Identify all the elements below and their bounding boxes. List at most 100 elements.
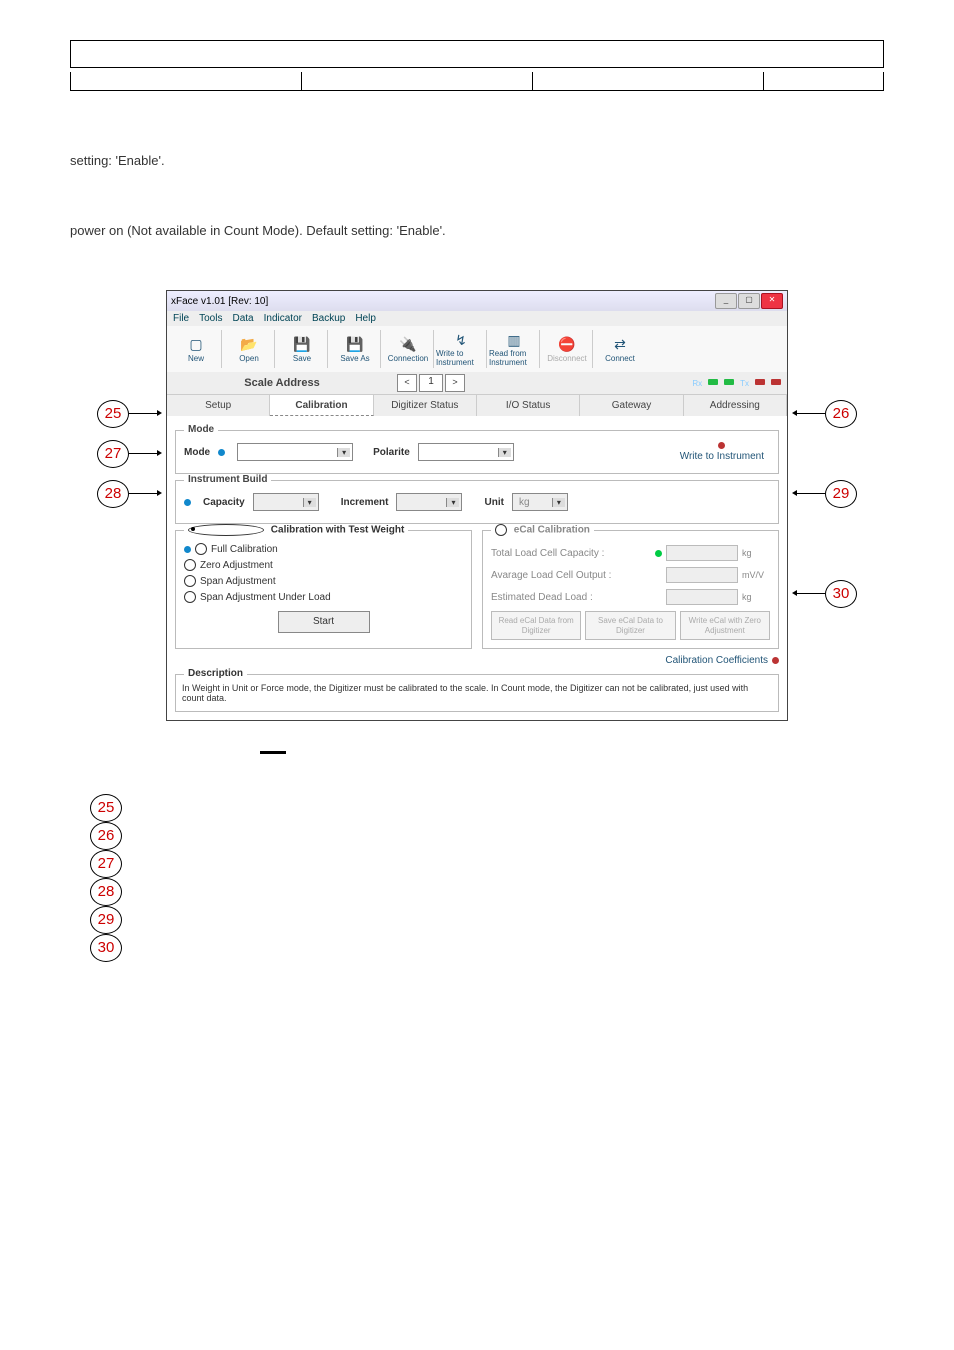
write-instrument-link[interactable]: Write to Instrument	[680, 442, 764, 462]
stack-26: 26	[90, 822, 122, 850]
tab-setup[interactable]: Setup	[167, 394, 270, 416]
menu-data[interactable]: Data	[232, 313, 253, 324]
window-close-button[interactable]: ✕	[761, 293, 783, 309]
title-bar: xFace v1.01 [Rev: 10] _ ▢ ✕	[167, 291, 787, 311]
menu-help[interactable]: Help	[355, 313, 376, 324]
increment-select: ▾	[396, 493, 462, 511]
callout-stack: 25 26 27 28 29 30	[90, 794, 126, 962]
cal-coefficients-link[interactable]: Calibration Coefficients	[175, 655, 779, 666]
addr-value: 1	[419, 374, 443, 392]
polarite-label: Polarite	[373, 447, 410, 458]
cal-test-radio[interactable]	[188, 524, 264, 536]
ecal-row3-label: Estimated Dead Load :	[491, 592, 593, 603]
group-instrument-build: Instrument Build Capacity ▾ Increment ▾ …	[175, 480, 779, 524]
group-cal-test-weight: Calibration with Test Weight Full Calibr…	[175, 530, 472, 649]
tab-addressing[interactable]: Addressing	[684, 394, 787, 416]
ecal-legend: eCal Calibration	[491, 524, 594, 536]
body-text-1: setting: 'Enable'.	[70, 151, 884, 171]
rx-led-2	[724, 379, 734, 385]
disconnect-icon: ⛔	[558, 336, 576, 354]
header-bar-top	[70, 40, 884, 68]
tab-digitizer-status[interactable]: Digitizer Status	[374, 394, 477, 416]
tb-connection[interactable]: 🔌Connection	[383, 330, 434, 368]
opt-zero-label: Zero Adjustment	[200, 560, 273, 571]
addr-next-button[interactable]: >	[445, 374, 465, 392]
stack-29: 29	[90, 906, 122, 934]
opt-spanload-label: Span Adjustment Under Load	[200, 592, 331, 603]
pane-calibration: Mode Mode ▾ Polarite ▾ Write to Instrume…	[167, 416, 787, 720]
capacity-dot-icon	[184, 499, 191, 506]
opt-spanload-radio[interactable]	[184, 591, 196, 603]
callout-25-left: 25	[97, 400, 129, 428]
stack-27: 27	[90, 850, 122, 878]
desc-legend: Description	[184, 668, 247, 679]
capacity-select: ▾	[253, 493, 319, 511]
tb-saveas[interactable]: 💾Save As	[330, 330, 381, 368]
connect-icon: ⇄	[611, 336, 629, 354]
increment-label: Increment	[341, 497, 389, 508]
open-icon: 📂	[240, 336, 258, 354]
tb-open[interactable]: 📂Open	[224, 330, 275, 368]
tb-new[interactable]: ▢New	[171, 330, 222, 368]
mode-select[interactable]: ▾	[237, 443, 353, 461]
header-bar-cells	[70, 72, 884, 91]
body-text-2: power on (Not available in Count Mode). …	[70, 221, 884, 241]
start-button[interactable]: Start	[278, 611, 370, 633]
mode-label: Mode	[184, 447, 210, 458]
desc-text: In Weight in Unit or Force mode, the Dig…	[182, 683, 772, 703]
comm-indicators: Rx Tx	[692, 379, 787, 388]
tab-bar: Setup Calibration Digitizer Status I/O S…	[167, 394, 787, 416]
mode-dot-icon	[218, 449, 225, 456]
tb-save[interactable]: 💾Save	[277, 330, 328, 368]
tab-gateway[interactable]: Gateway	[580, 394, 683, 416]
mode-legend: Mode	[184, 424, 218, 435]
ecal-row1-dot	[655, 550, 662, 557]
addr-prev-button[interactable]: <	[397, 374, 417, 392]
write-icon: ↯	[452, 331, 470, 349]
stack-30: 30	[90, 934, 122, 962]
read-icon: ▥	[505, 331, 523, 349]
tab-io-status[interactable]: I/O Status	[477, 394, 580, 416]
menu-tools[interactable]: Tools	[199, 313, 222, 324]
menu-bar: File Tools Data Indicator Backup Help	[167, 311, 787, 326]
menu-file[interactable]: File	[173, 313, 189, 324]
calcoef-dot-icon	[772, 657, 779, 664]
toolbar: ▢New 📂Open 💾Save 💾Save As 🔌Connection ↯W…	[167, 326, 787, 372]
tb-disconnect: ⛔Disconnect	[542, 330, 593, 368]
tb-write[interactable]: ↯Write to Instrument	[436, 330, 487, 368]
menu-backup[interactable]: Backup	[312, 313, 345, 324]
ecal-write-button: Write eCal with Zero Adjustment	[680, 611, 770, 640]
callout-28-left: 28	[97, 480, 129, 508]
ecal-radio[interactable]	[495, 524, 507, 536]
window-max-button[interactable]: ▢	[738, 293, 760, 309]
callout-30-right: 30	[825, 580, 857, 608]
rx-led	[708, 379, 718, 385]
divider	[260, 751, 286, 754]
capacity-label: Capacity	[203, 497, 245, 508]
connection-icon: 🔌	[399, 336, 417, 354]
tx-led	[755, 379, 765, 385]
ecal-row1-label: Total Load Cell Capacity :	[491, 548, 604, 559]
opt-span-radio[interactable]	[184, 575, 196, 587]
figure-wrapper: 25 27 28 26 29 30 xFace v1.01 [Rev: 10] …	[97, 290, 857, 721]
callout-29-right: 29	[825, 480, 857, 508]
tb-connect[interactable]: ⇄Connect	[595, 330, 645, 368]
new-icon: ▢	[187, 336, 205, 354]
scale-address-label: Scale Address	[167, 377, 397, 389]
address-bar: Scale Address < 1 > Rx Tx	[167, 372, 787, 394]
group-description: Description In Weight in Unit or Force m…	[175, 674, 779, 712]
app-window: xFace v1.01 [Rev: 10] _ ▢ ✕ File Tools D…	[166, 290, 788, 721]
tab-calibration[interactable]: Calibration	[270, 394, 373, 416]
opt-full-label: Full Calibration	[211, 544, 278, 555]
stack-28: 28	[90, 878, 122, 906]
tb-read[interactable]: ▥Read from Instrument	[489, 330, 540, 368]
window-min-button[interactable]: _	[715, 293, 737, 309]
group-mode: Mode Mode ▾ Polarite ▾ Write to Instrume…	[175, 430, 779, 474]
opt-full-radio[interactable]	[195, 543, 207, 555]
unit-label: Unit	[484, 497, 503, 508]
polarite-select[interactable]: ▾	[418, 443, 514, 461]
write-dot-icon	[718, 442, 725, 449]
saveas-icon: 💾	[346, 336, 364, 354]
menu-indicator[interactable]: Indicator	[264, 313, 302, 324]
opt-zero-radio[interactable]	[184, 559, 196, 571]
